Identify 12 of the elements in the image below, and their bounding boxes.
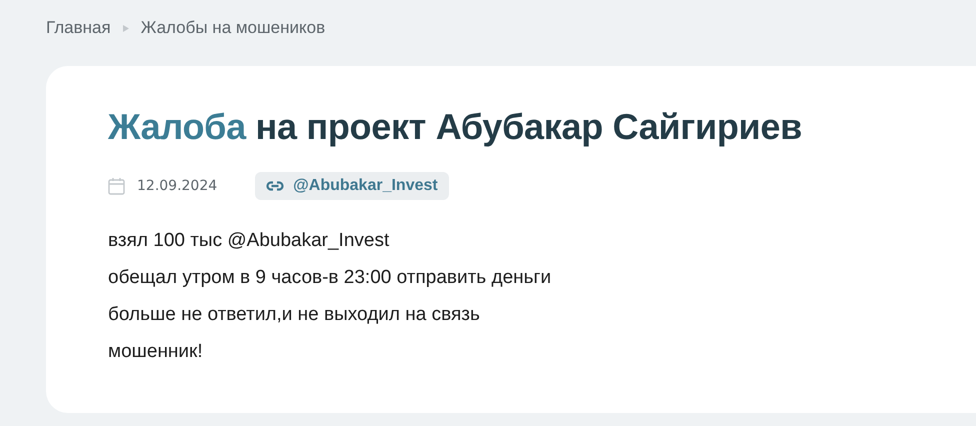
breadcrumb-link[interactable]: Главная [46,18,111,38]
breadcrumb-link[interactable]: Жалобы на мошеников [140,18,326,38]
complaint-text-line: мошенник! [108,340,204,364]
complaint-text-line: больше не ответил,и не выходил на связь [108,303,481,327]
complaint-date: 12.09.2024 [137,178,218,194]
link-icon [266,181,284,191]
breadcrumb-separator-icon [122,24,129,32]
project-tag[interactable]: @Abubakar_Invest [255,172,449,200]
complaint-text-line: взял 100 тыс @Abubakar_Invest [108,229,390,253]
complaint-text-line: обещал утром в 9 часов-в 23:00 отправить деньги [108,266,552,290]
complaint-title: Жалоба на проект Абубакар Сайгириев [108,106,803,148]
calendar-icon [108,177,125,195]
